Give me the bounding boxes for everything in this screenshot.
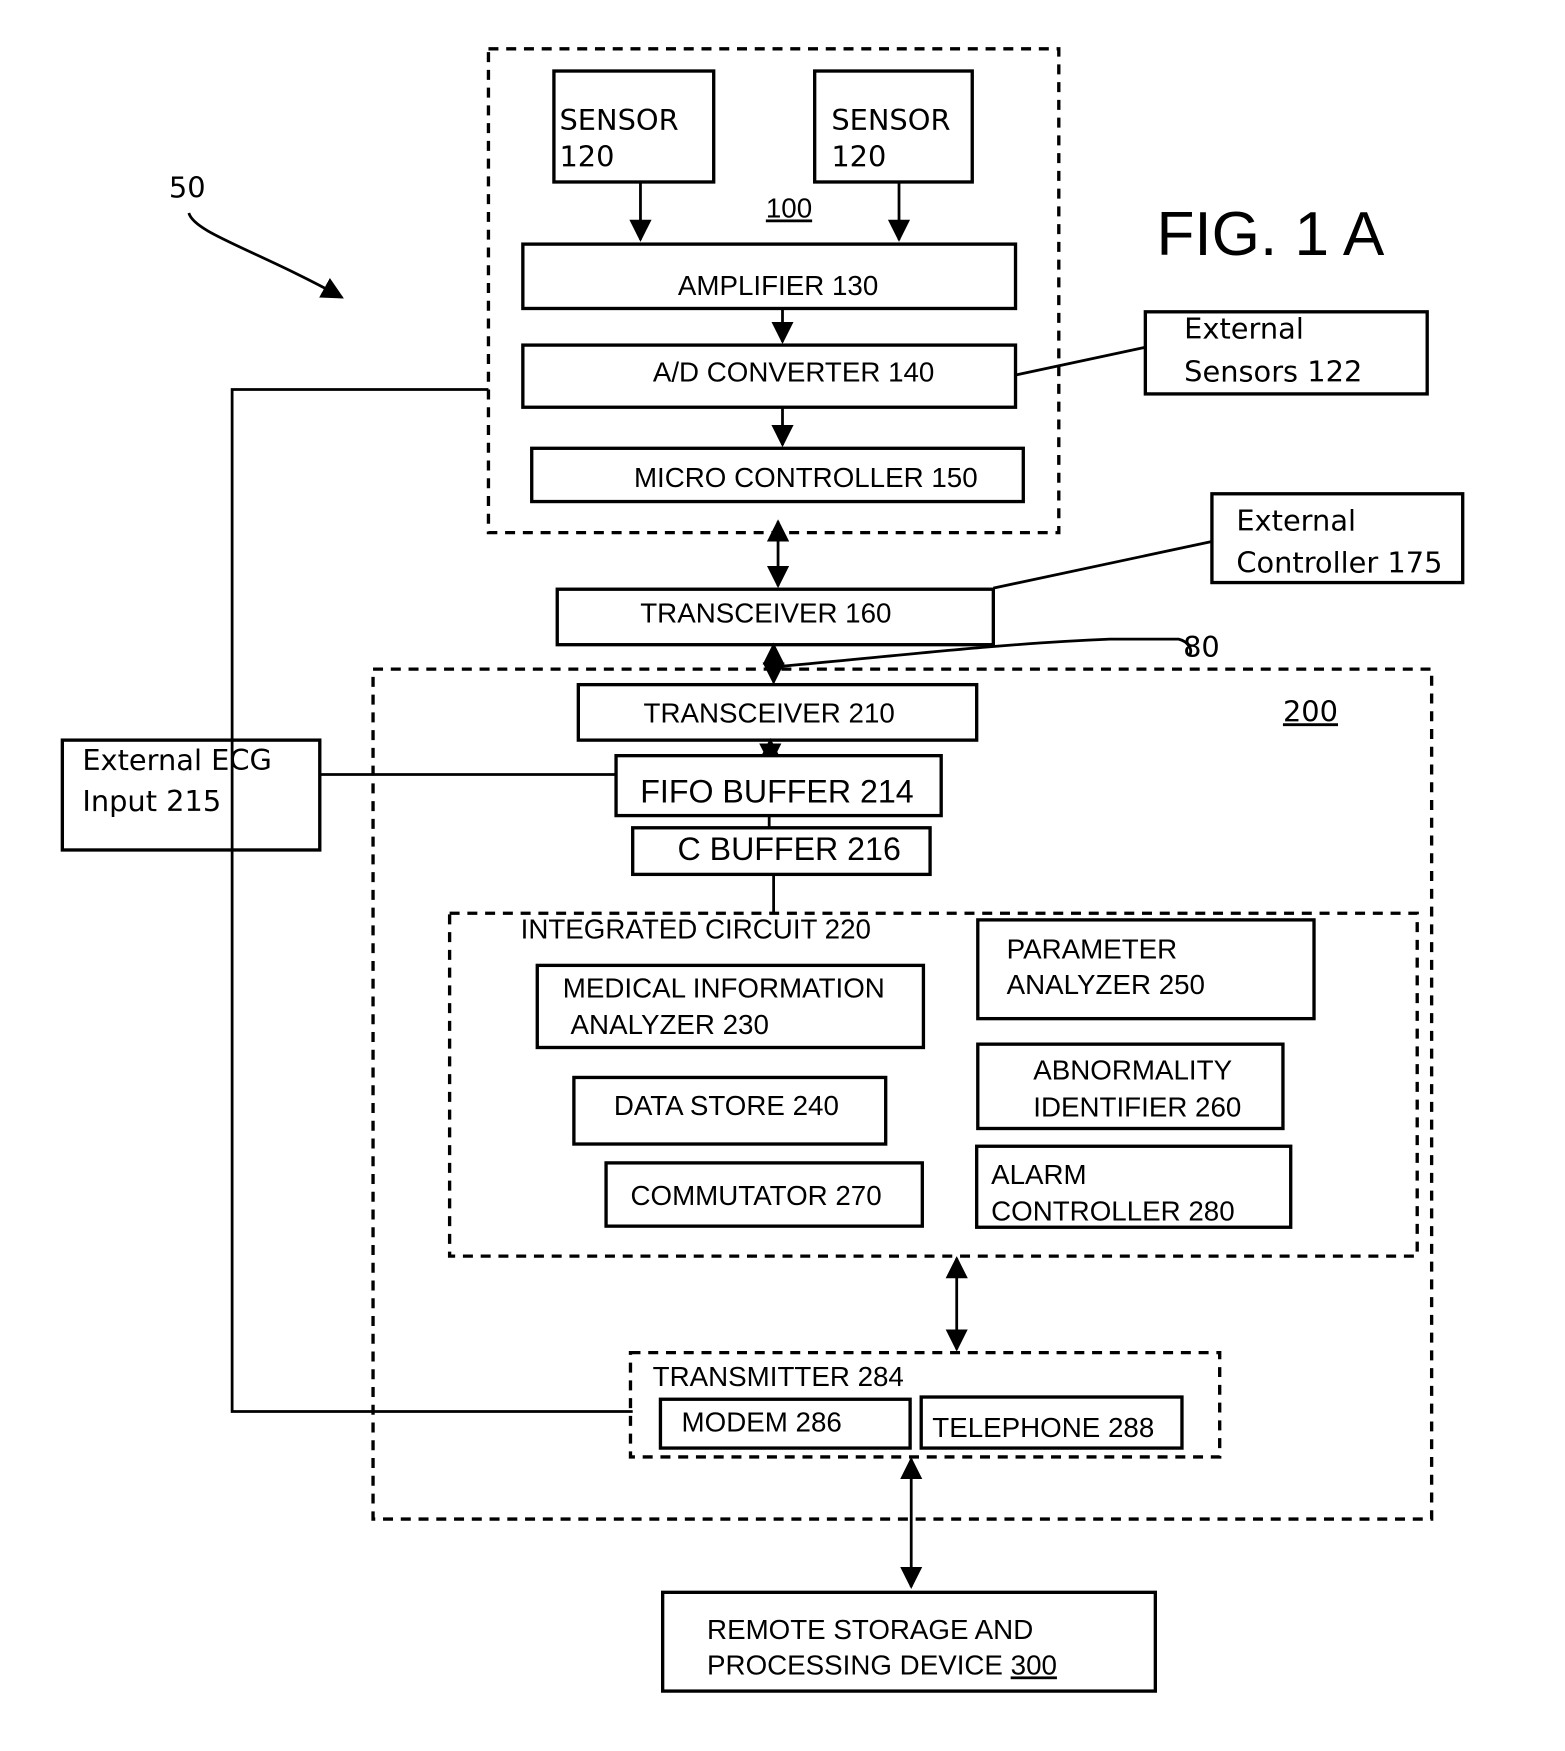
svg-text:TRANSCEIVER 160: TRANSCEIVER 160 — [640, 598, 891, 629]
svg-text:TRANSCEIVER 210: TRANSCEIVER 210 — [644, 697, 895, 728]
svg-text:TELEPHONE 288: TELEPHONE 288 — [932, 1412, 1154, 1443]
svg-text:ALARM: ALARM — [991, 1159, 1087, 1190]
micro-controller-block: MICRO CONTROLLER 150 — [530, 446, 1025, 504]
commutator-block: COMMUTATOR 270 — [604, 1161, 924, 1228]
ref-50-arrow — [187, 212, 344, 299]
svg-text:AMPLIFIER 130: AMPLIFIER 130 — [678, 270, 878, 301]
svg-text:External ECG: External ECG — [82, 743, 272, 777]
parameter-analyzer-block: PARAMETER ANALYZER 250 — [976, 918, 1316, 1021]
ref-80: 80 — [1183, 630, 1220, 664]
remote-storage-block: REMOTE STORAGE AND PROCESSING DEVICE 300 — [660, 1590, 1158, 1693]
svg-text:COMMUTATOR 270: COMMUTATOR 270 — [630, 1180, 881, 1211]
transmitter-label: TRANSMITTER 284 — [653, 1361, 904, 1392]
external-sensors-block: External Sensors 122 — [1143, 310, 1429, 396]
svg-text:REMOTE STORAGE AND: REMOTE STORAGE AND — [707, 1614, 1033, 1645]
external-ecg-block: External ECG Input 215 — [60, 738, 322, 852]
amplifier-block: AMPLIFIER 130 — [521, 242, 1018, 311]
data-store-block: DATA STORE 240 — [572, 1075, 888, 1146]
svg-text:FIFO BUFFER 214: FIFO BUFFER 214 — [640, 773, 913, 809]
block-diagram: 50 FIG. 1 A 100 SENSOR 120 SENSOR 120 AM… — [60, 47, 1465, 1693]
svg-text:Controller 175: Controller 175 — [1236, 546, 1442, 580]
svg-text:IDENTIFIER 260: IDENTIFIER 260 — [1033, 1091, 1241, 1122]
medical-info-analyzer-block: MEDICAL INFORMATION ANALYZER 230 — [535, 963, 926, 1050]
svg-text:120: 120 — [831, 139, 886, 173]
ref-200: 200 — [1283, 694, 1338, 728]
figure-label: FIG. 1 A — [1156, 200, 1384, 269]
svg-text:PARAMETER: PARAMETER — [1007, 934, 1178, 965]
svg-text:CONTROLLER 280: CONTROLLER 280 — [991, 1196, 1235, 1227]
transceiver-210-block: TRANSCEIVER 210 — [576, 682, 979, 742]
ref-50: 50 — [169, 171, 206, 205]
svg-text:ANALYZER 250: ANALYZER 250 — [1007, 969, 1205, 1000]
svg-text:External: External — [1184, 311, 1304, 345]
abnormality-identifier-block: ABNORMALITY IDENTIFIER 260 — [976, 1042, 1285, 1131]
svg-text:DATA STORE 240: DATA STORE 240 — [614, 1090, 839, 1121]
telephone-block: TELEPHONE 288 — [919, 1395, 1184, 1450]
svg-text:PROCESSING DEVICE 300: PROCESSING DEVICE 300 — [707, 1649, 1057, 1680]
svg-text:External: External — [1236, 503, 1356, 537]
svg-text:MICRO CONTROLLER 150: MICRO CONTROLLER 150 — [634, 462, 978, 493]
fifo-buffer-block: FIFO BUFFER 214 — [614, 753, 943, 818]
alarm-controller-block: ALARM CONTROLLER 280 — [975, 1144, 1293, 1229]
svg-text:ABNORMALITY: ABNORMALITY — [1033, 1055, 1232, 1086]
bus-line-unit100-transmitter — [230, 388, 633, 1413]
svg-text:SENSOR: SENSOR — [831, 103, 950, 137]
svg-text:120: 120 — [559, 139, 614, 173]
svg-text:A/D CONVERTER 140: A/D CONVERTER 140 — [653, 357, 935, 388]
svg-text:MEDICAL INFORMATION: MEDICAL INFORMATION — [563, 973, 885, 1004]
svg-text:C BUFFER 216: C BUFFER 216 — [677, 831, 900, 867]
sensor-block-a: SENSOR 120 — [552, 69, 716, 184]
svg-text:SENSOR: SENSOR — [559, 103, 678, 137]
svg-text:MODEM 286: MODEM 286 — [682, 1406, 842, 1437]
c-buffer-block: C BUFFER 216 — [631, 826, 932, 877]
sensor-block-b: SENSOR 120 — [813, 69, 974, 184]
link-external-sensors — [1015, 345, 1146, 377]
modem-block: MODEM 286 — [658, 1397, 912, 1450]
svg-text:Sensors 122: Sensors 122 — [1184, 355, 1362, 389]
transceiver-160-block: TRANSCEIVER 160 — [555, 587, 995, 647]
integrated-circuit-label: INTEGRATED CIRCUIT 220 — [521, 914, 871, 945]
svg-text:Input 215: Input 215 — [82, 784, 221, 818]
ref-100: 100 — [766, 192, 812, 223]
external-controller-block: External Controller 175 — [1210, 492, 1465, 585]
link-external-controller — [993, 540, 1213, 590]
svg-text:ANALYZER 230: ANALYZER 230 — [571, 1009, 769, 1040]
ad-converter-block: A/D CONVERTER 140 — [521, 343, 1018, 409]
